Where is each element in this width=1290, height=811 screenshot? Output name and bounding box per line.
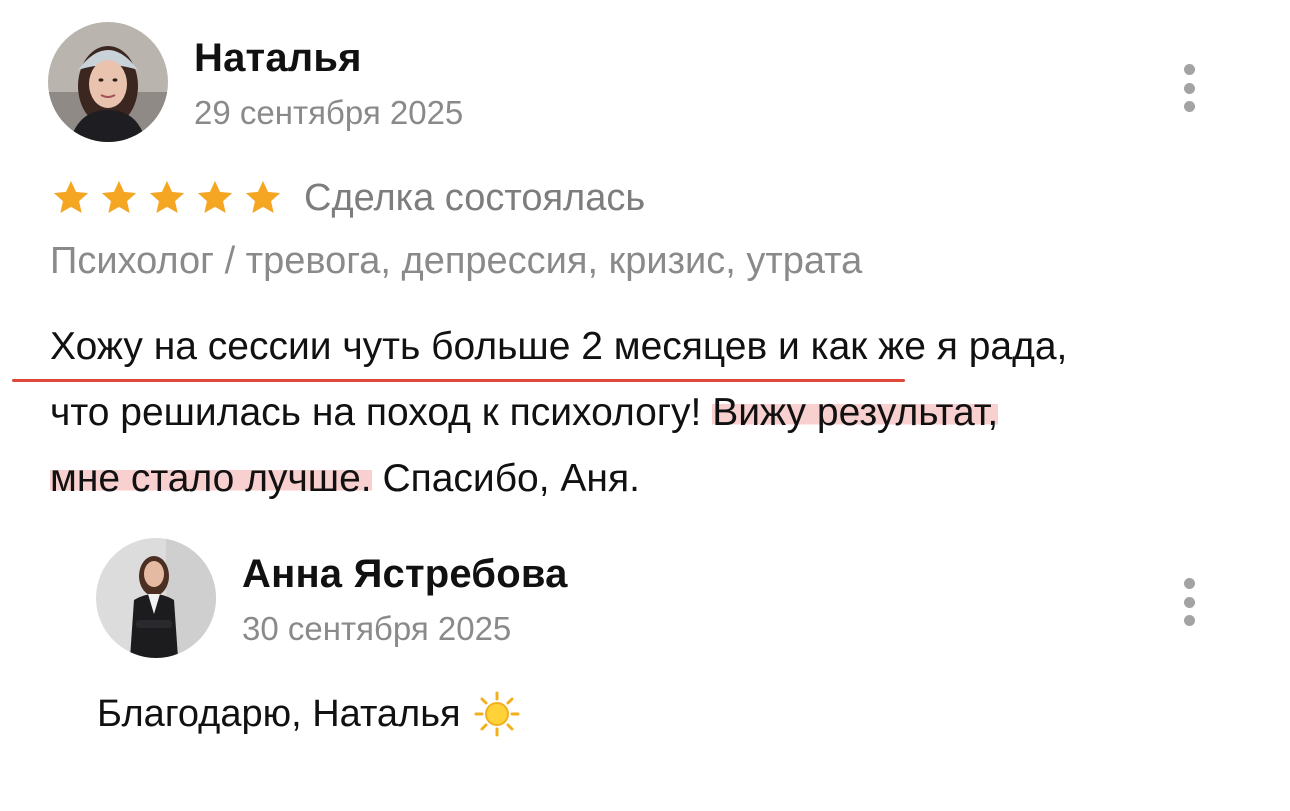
sun-icon (474, 691, 520, 737)
highlighted-text: Вижу результат, (712, 391, 999, 434)
review-text-segment: Хожу на сессии чуть больше 2 месяцев и к… (50, 325, 1068, 368)
reply-avatar[interactable] (96, 538, 216, 658)
star-rating (50, 177, 284, 219)
star-icon (197, 180, 233, 214)
reply-author-name[interactable]: Анна Ястребова (242, 552, 568, 597)
star-icon (149, 180, 185, 214)
reply-text: Благодарю, Наталья (97, 690, 521, 738)
review-text-line: Хожу на сессии чуть больше 2 месяцев и к… (50, 314, 1067, 380)
review-text-line: мне стало лучше. Спасибо, Аня. (50, 446, 1067, 512)
deal-status: Сделка состоялась (304, 176, 646, 219)
reviewer-name[interactable]: Наталья (194, 36, 362, 81)
review-date: 29 сентября 2025 (194, 94, 464, 131)
star-icon (245, 180, 281, 214)
more-vertical-icon (1183, 64, 1195, 75)
more-vertical-icon (1183, 578, 1195, 589)
star-icon (53, 180, 89, 214)
reply-message: Благодарю, Наталья (97, 692, 461, 735)
reviewer-photo (48, 22, 168, 142)
star-icon (101, 180, 137, 214)
review-more-button[interactable] (1174, 60, 1204, 116)
review-text-segment: что решилась на поход к психологу! (50, 391, 713, 434)
red-underline-mark (12, 379, 905, 382)
reply-more-button[interactable] (1174, 574, 1204, 630)
highlighted-text: мне стало лучше. (50, 457, 372, 500)
review-category: Психолог / тревога, депрессия, кризис, у… (50, 240, 863, 282)
review-text: Хожу на сессии чуть больше 2 месяцев и к… (50, 314, 1067, 512)
rating-row: Сделка состоялась (50, 172, 645, 224)
reply-date: 30 сентября 2025 (242, 610, 512, 647)
reply-photo (96, 538, 216, 658)
review-text-segment: Спасибо, Аня. (371, 457, 640, 500)
review-text-line: что решилась на поход к психологу! Вижу … (50, 380, 1067, 446)
reviewer-avatar[interactable] (48, 22, 168, 142)
